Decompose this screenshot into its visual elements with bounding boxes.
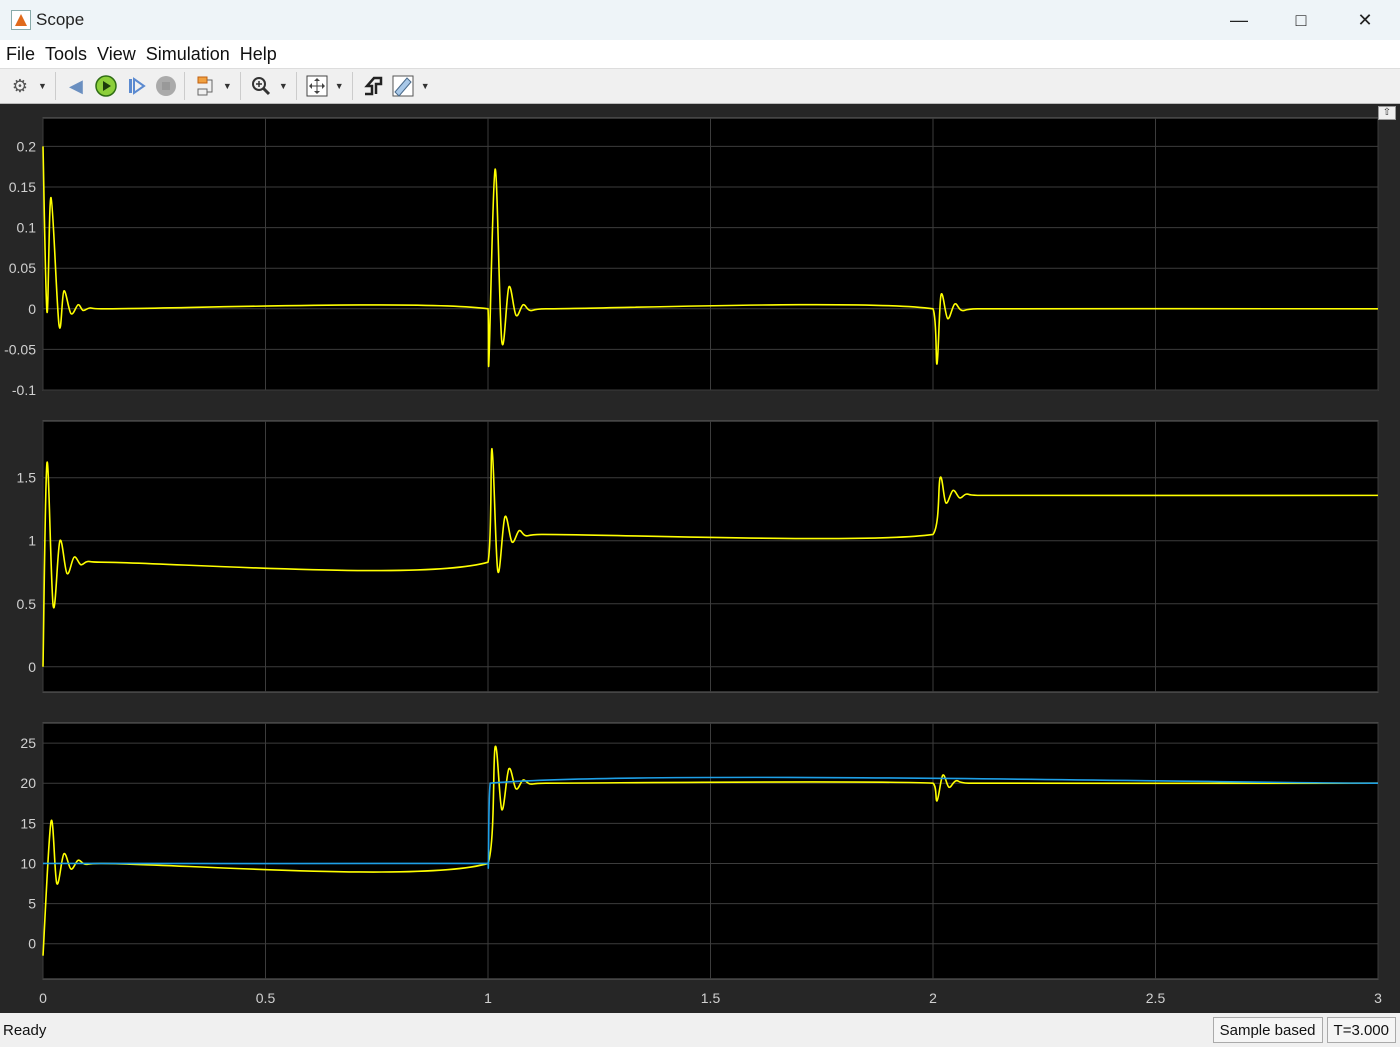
menu-help[interactable]: Help — [240, 44, 277, 65]
gear-dropdown-icon[interactable]: ▼ — [38, 81, 47, 91]
matlab-logo-icon — [11, 10, 31, 30]
title-bar: Scope — □ ✕ — [0, 0, 1400, 40]
axes-3: 0 0.5 1 1.5 2 2.5 3 0 5 10 15 20 25 — [20, 722, 1382, 1006]
axes-2: 0 0.5 1 1.5 — [17, 420, 1379, 693]
status-bar: Ready Sample based T=3.000 — [0, 1013, 1400, 1047]
status-text: Ready — [3, 1021, 47, 1039]
y-tick-label: 0.1 — [17, 220, 37, 236]
simulation-time: T=3.000 — [1326, 1017, 1396, 1043]
menu-tools[interactable]: Tools — [45, 44, 87, 65]
y-tick-label: 20 — [20, 775, 36, 791]
y-tick-label: 0.5 — [17, 596, 37, 612]
y-tick-label: 0.15 — [9, 179, 36, 195]
y-tick-label: -0.05 — [4, 341, 36, 357]
y-tick-label: 0 — [28, 936, 36, 952]
zoom-dropdown-icon[interactable]: ▼ — [279, 81, 288, 91]
step-back-icon[interactable]: ◀ — [64, 74, 88, 98]
y-tick-label: 25 — [20, 735, 36, 751]
scope-plots: -0.1 -0.05 0 0.05 0.1 0.15 0.2 0 0.5 1 1.5 0 0.5 1 1.5… — [4, 117, 1382, 1006]
y-tick-label: 0 — [28, 659, 36, 675]
fit-axes-icon[interactable] — [305, 74, 329, 98]
measurements-icon[interactable] — [391, 74, 415, 98]
x-tick-label: 3 — [1374, 990, 1382, 1006]
x-tick-label: 2.5 — [1146, 990, 1166, 1006]
x-tick-label: 1.5 — [701, 990, 721, 1006]
run-icon[interactable] — [94, 74, 118, 98]
x-tick-label: 0.5 — [256, 990, 276, 1006]
y-tick-label: 5 — [28, 896, 36, 912]
menu-view[interactable]: View — [97, 44, 136, 65]
maximize-button[interactable]: □ — [1270, 0, 1332, 40]
x-tick-label: 2 — [929, 990, 937, 1006]
window-title: Scope — [36, 10, 85, 29]
y-tick-label: 1.5 — [17, 470, 37, 486]
y-tick-label: 0 — [28, 301, 36, 317]
gear-icon[interactable]: ⚙ — [8, 74, 32, 98]
x-tick-label: 0 — [39, 990, 47, 1006]
fit-dropdown-icon[interactable]: ▼ — [335, 81, 344, 91]
toolbar: ⚙ ▼ ◀ ▼ ▼ ▼ ▼ — [0, 68, 1400, 104]
undock-button[interactable]: ⇧ — [1378, 106, 1396, 120]
y-tick-label: -0.1 — [12, 382, 36, 398]
stop-icon[interactable] — [154, 74, 178, 98]
minimize-button[interactable]: — — [1208, 0, 1270, 40]
axes-1: -0.1 -0.05 0 0.05 0.1 0.15 0.2 — [4, 117, 1379, 398]
close-button[interactable]: ✕ — [1334, 0, 1396, 40]
triggers-icon[interactable] — [361, 74, 385, 98]
y-tick-label: 10 — [20, 855, 36, 871]
highlight-dropdown-icon[interactable]: ▼ — [223, 81, 232, 91]
y-tick-label: 15 — [20, 815, 36, 831]
menu-simulation[interactable]: Simulation — [146, 44, 230, 65]
menu-file[interactable]: File — [6, 44, 35, 65]
x-tick-label: 1 — [484, 990, 492, 1006]
y-tick-label: 0.2 — [17, 138, 37, 154]
menu-bar: File Tools View Simulation Help — [0, 40, 1400, 68]
zoom-icon[interactable] — [249, 74, 273, 98]
sample-mode: Sample based — [1212, 1017, 1323, 1043]
step-forward-icon[interactable] — [124, 74, 148, 98]
measurements-dropdown-icon[interactable]: ▼ — [421, 81, 430, 91]
y-tick-label: 1 — [28, 533, 36, 549]
y-tick-label: 0.05 — [9, 260, 36, 276]
highlight-block-icon[interactable] — [193, 74, 217, 98]
